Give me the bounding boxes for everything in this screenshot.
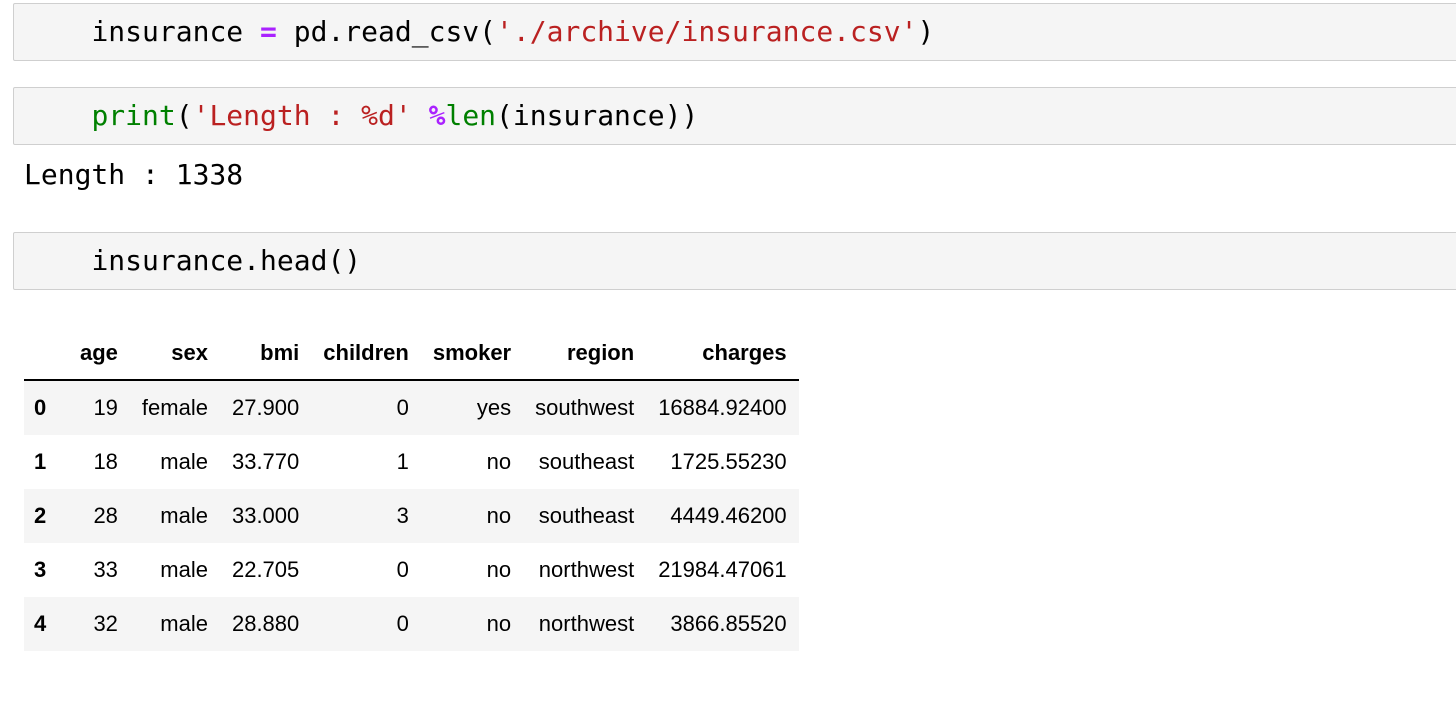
table-cell: 28 xyxy=(93,503,118,528)
code-token: pd.read_csv( xyxy=(276,15,497,48)
table-cell: no xyxy=(486,557,512,582)
code-token: 'Length : %d' xyxy=(192,99,412,132)
table-cell: 1 xyxy=(396,449,409,474)
row-index: 4 xyxy=(34,611,47,636)
table-cell: no xyxy=(486,611,512,636)
table-cell: northwest xyxy=(538,557,635,582)
table-cell: 1725.55230 xyxy=(670,449,787,474)
column-header-age: age xyxy=(68,327,130,381)
code-token: './archive/insurance.csv' xyxy=(496,15,918,48)
code-token: print xyxy=(91,99,176,132)
code-token: insurance xyxy=(91,15,261,48)
table-cell: 33.000 xyxy=(231,503,300,528)
code-cell-head[interactable]: insurance.head() xyxy=(13,232,1456,290)
row-index: 1 xyxy=(34,449,47,474)
code-line: print('Length : %d' %len(insurance)) xyxy=(24,65,698,167)
table-row: 1 18 male 33.770 1 no southeast 1725.552… xyxy=(24,435,799,489)
table-cell: no xyxy=(486,449,512,474)
column-header-smoker: smoker xyxy=(420,327,524,381)
row-index: 0 xyxy=(34,395,47,420)
table-cell: 27.900 xyxy=(231,395,300,420)
table-cell: 0 xyxy=(396,557,409,582)
code-token: % xyxy=(428,99,446,132)
table-cell: 33.770 xyxy=(231,449,300,474)
table-cell: northwest xyxy=(538,611,635,636)
code-cell-read-csv[interactable]: insurance = pd.read_csv('./archive/insur… xyxy=(13,3,1456,61)
table-row: 4 32 male 28.880 0 no northwest 3866.855… xyxy=(24,597,799,651)
table-cell: 18 xyxy=(93,449,118,474)
index-header xyxy=(24,327,68,381)
table-cell: male xyxy=(160,557,208,582)
column-header-bmi: bmi xyxy=(219,327,312,381)
column-header-children: children xyxy=(311,327,421,381)
table-cell: 33 xyxy=(93,557,118,582)
table-cell: no xyxy=(486,503,512,528)
cell-output-text: Length : 1338 xyxy=(24,158,244,191)
table-cell: 16884.92400 xyxy=(658,395,787,420)
code-line: insurance.head() xyxy=(24,210,361,312)
table-cell: yes xyxy=(476,395,512,420)
code-token: len xyxy=(445,99,497,132)
table-cell: female xyxy=(141,395,208,420)
table-cell: male xyxy=(160,449,208,474)
code-token: ) xyxy=(917,15,935,48)
table-header-row: age sex bmi children smoker region charg… xyxy=(24,327,799,381)
table-cell: 32 xyxy=(93,611,118,636)
column-header-sex: sex xyxy=(129,327,220,381)
row-index: 3 xyxy=(34,557,47,582)
dataframe-output-table: age sex bmi children smoker region charg… xyxy=(24,327,799,651)
table-cell: 3 xyxy=(396,503,409,528)
table-cell: 28.880 xyxy=(231,611,300,636)
table-cell: male xyxy=(160,611,208,636)
code-token: insurance.head() xyxy=(91,244,362,277)
table-cell: male xyxy=(160,503,208,528)
table-row: 2 28 male 33.000 3 no southeast 4449.462… xyxy=(24,489,799,543)
code-token: = xyxy=(260,15,277,48)
table-cell: 22.705 xyxy=(231,557,300,582)
column-header-region: region xyxy=(523,327,647,381)
table-cell: 4449.46200 xyxy=(670,503,787,528)
table-cell: 3866.85520 xyxy=(670,611,787,636)
table-cell: southeast xyxy=(538,449,635,474)
table-cell: southeast xyxy=(538,503,635,528)
table-row: 0 19 female 27.900 0 yes southwest 16884… xyxy=(24,380,799,435)
table-cell: 0 xyxy=(396,395,409,420)
table-cell: 19 xyxy=(93,395,118,420)
code-token: ( xyxy=(175,99,193,132)
table-cell: southwest xyxy=(535,395,635,420)
table-cell: 21984.47061 xyxy=(658,557,787,582)
row-index: 2 xyxy=(34,503,47,528)
code-cell-print-length[interactable]: print('Length : %d' %len(insurance)) xyxy=(13,87,1456,145)
column-header-charges: charges xyxy=(646,327,799,381)
table-cell: 0 xyxy=(396,611,409,636)
code-token: (insurance)) xyxy=(496,99,699,132)
table-row: 3 33 male 22.705 0 no northwest 21984.47… xyxy=(24,543,799,597)
